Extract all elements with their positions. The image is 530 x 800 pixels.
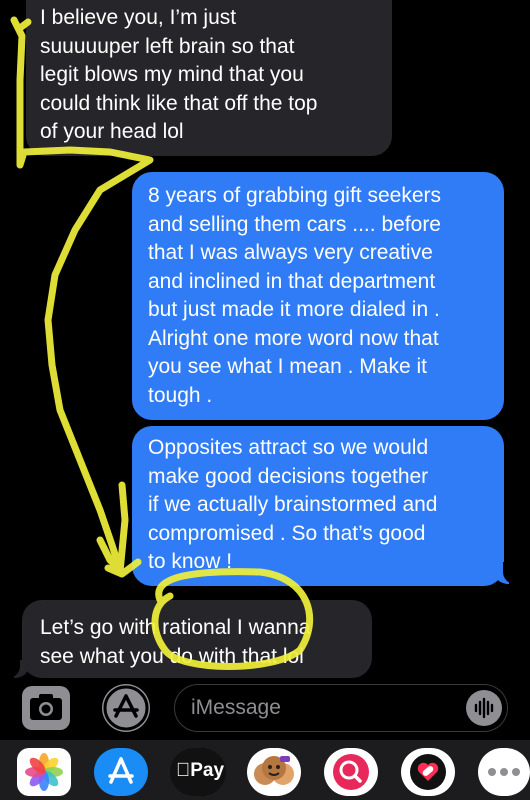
more-icon: [488, 768, 520, 776]
memoji-app-button[interactable]: [247, 748, 301, 796]
search-icon: [333, 754, 369, 790]
camera-icon: [30, 694, 62, 720]
app-store-icon: [103, 685, 149, 731]
fitness-app-button[interactable]: [401, 748, 455, 796]
app-store-button[interactable]: [102, 684, 150, 732]
message-text: I believe you, I’m just suuuuuper left b…: [40, 6, 318, 143]
waveform-icon: [474, 697, 494, 719]
incoming-message-bubble[interactable]: I believe you, I’m just suuuuuper left b…: [26, 0, 392, 156]
incoming-message-bubble[interactable]: Let’s go with rational I wanna see what …: [22, 600, 372, 678]
photos-icon: [25, 753, 63, 791]
apple-pay-app-button[interactable]: Pay: [170, 748, 226, 796]
outgoing-message-bubble[interactable]: 8 years of grabbing gift seekers and sel…: [132, 172, 504, 420]
memoji-icon: [254, 756, 294, 785]
camera-button[interactable]: [22, 686, 70, 730]
audio-message-button[interactable]: [466, 690, 502, 726]
message-text: Let’s go with rational I wanna see what …: [40, 616, 311, 668]
message-input-placeholder: iMessage: [191, 696, 281, 719]
apple-pay-label: Pay: [176, 760, 224, 781]
search-app-button[interactable]: [324, 748, 378, 796]
apple-pay-icon: Pay: [176, 760, 224, 782]
outgoing-message-bubble[interactable]: Opposites attract so we would make good …: [132, 426, 504, 586]
app-store-icon: [108, 757, 134, 784]
message-text: 8 years of grabbing gift seekers and sel…: [148, 184, 441, 407]
message-input[interactable]: iMessage: [174, 684, 508, 732]
fitness-icon: [410, 754, 446, 790]
message-text: Opposites attract so we would make good …: [148, 436, 438, 573]
photos-app-button[interactable]: [17, 748, 71, 796]
app-store-app-button[interactable]: [94, 748, 148, 796]
more-apps-button[interactable]: [478, 748, 530, 796]
